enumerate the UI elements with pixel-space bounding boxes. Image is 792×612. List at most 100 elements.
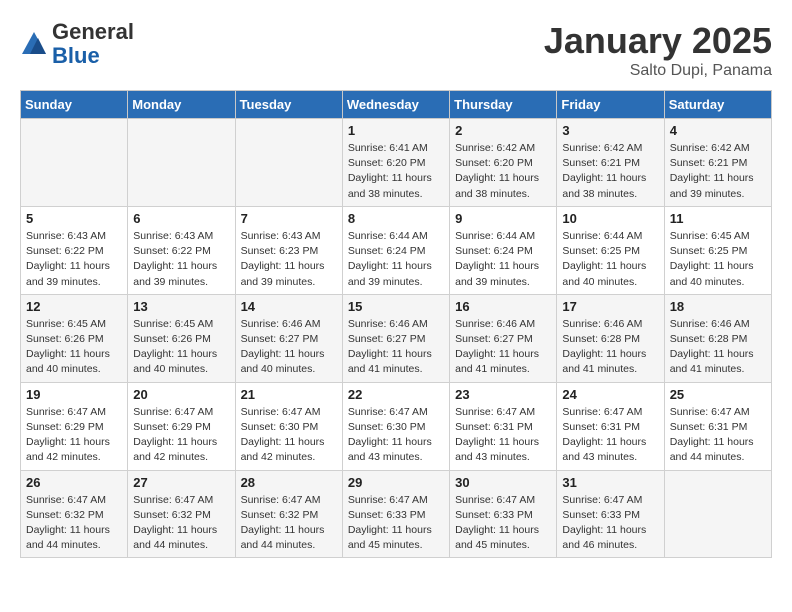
day-info: Sunrise: 6:44 AM Sunset: 6:24 PM Dayligh… — [348, 229, 444, 290]
day-number: 18 — [670, 299, 766, 314]
day-number: 16 — [455, 299, 551, 314]
calendar-cell: 6 Sunrise: 6:43 AM Sunset: 6:22 PM Daylig… — [128, 206, 235, 294]
day-number: 22 — [348, 387, 444, 402]
calendar-cell: 19 Sunrise: 6:47 AM Sunset: 6:29 PM Dayli… — [21, 382, 128, 470]
day-number: 1 — [348, 123, 444, 138]
calendar-cell: 3Sunrise: 6:42 AM Sunset: 6:21 PM Daylig… — [557, 119, 664, 207]
day-number: 8 — [348, 211, 444, 226]
calendar-cell: 20 Sunrise: 6:47 AM Sunset: 6:29 PM Dayli… — [128, 382, 235, 470]
calendar-cell: 16 Sunrise: 6:46 AM Sunset: 6:27 PM Dayli… — [450, 294, 557, 382]
page-header: General Blue January 2025 Salto Dupi, Pa… — [20, 20, 772, 80]
calendar-cell: 13Sunrise: 6:45 AM Sunset: 6:26 PM Dayli… — [128, 294, 235, 382]
day-info: Sunrise: 6:44 AM Sunset: 6:24 PM Dayligh… — [455, 229, 551, 290]
title-block: January 2025 Salto Dupi, Panama — [544, 20, 772, 80]
calendar-week-3: 12 Sunrise: 6:45 AM Sunset: 6:26 PM Dayli… — [21, 294, 772, 382]
calendar-week-5: 26 Sunrise: 6:47 AM Sunset: 6:32 PM Dayli… — [21, 470, 772, 558]
day-info: Sunrise: 6:43 AM Sunset: 6:23 PM Dayligh… — [241, 229, 337, 290]
day-info: Sunrise: 6:43 AM Sunset: 6:22 PM Dayligh… — [26, 229, 122, 290]
day-info: Sunrise: 6:47 AM Sunset: 6:32 PM Dayligh… — [241, 493, 337, 554]
day-info: Sunrise: 6:46 AM Sunset: 6:27 PM Dayligh… — [241, 317, 337, 378]
day-info: Sunrise: 6:47 AM Sunset: 6:33 PM Dayligh… — [455, 493, 551, 554]
day-info: Sunrise: 6:47 AM Sunset: 6:29 PM Dayligh… — [133, 405, 229, 466]
weekday-header-wednesday: Wednesday — [342, 91, 449, 119]
day-number: 10 — [562, 211, 658, 226]
calendar-week-4: 19 Sunrise: 6:47 AM Sunset: 6:29 PM Dayli… — [21, 382, 772, 470]
day-info: Sunrise: 6:47 AM Sunset: 6:32 PM Dayligh… — [133, 493, 229, 554]
calendar-cell — [235, 119, 342, 207]
day-info: Sunrise: 6:46 AM Sunset: 6:28 PM Dayligh… — [562, 317, 658, 378]
weekday-header-friday: Friday — [557, 91, 664, 119]
calendar-cell: 22 Sunrise: 6:47 AM Sunset: 6:30 PM Dayli… — [342, 382, 449, 470]
day-number: 28 — [241, 475, 337, 490]
logo: General Blue — [20, 20, 134, 68]
day-number: 12 — [26, 299, 122, 314]
calendar-cell: 26Sunrise: 6:47 AM Sunset: 6:32 PM Dayli… — [21, 470, 128, 558]
day-number: 27 — [133, 475, 229, 490]
day-info: Sunrise: 6:46 AM Sunset: 6:27 PM Dayligh… — [348, 317, 444, 378]
calendar-cell: 21 Sunrise: 6:47 AM Sunset: 6:30 PM Dayli… — [235, 382, 342, 470]
calendar-cell: 14 Sunrise: 6:46 AM Sunset: 6:27 PM Dayli… — [235, 294, 342, 382]
day-info: Sunrise: 6:47 AM Sunset: 6:30 PM Dayligh… — [241, 405, 337, 466]
day-number: 6 — [133, 211, 229, 226]
logo-text: General Blue — [52, 20, 134, 68]
calendar-week-2: 5Sunrise: 6:43 AM Sunset: 6:22 PM Daylig… — [21, 206, 772, 294]
day-info: Sunrise: 6:42 AM Sunset: 6:20 PM Dayligh… — [455, 141, 551, 202]
calendar-cell: 30 Sunrise: 6:47 AM Sunset: 6:33 PM Dayli… — [450, 470, 557, 558]
day-number: 7 — [241, 211, 337, 226]
calendar-cell: 2 Sunrise: 6:42 AM Sunset: 6:20 PM Daylig… — [450, 119, 557, 207]
day-number: 2 — [455, 123, 551, 138]
calendar-cell: 9Sunrise: 6:44 AM Sunset: 6:24 PM Daylig… — [450, 206, 557, 294]
weekday-header-tuesday: Tuesday — [235, 91, 342, 119]
day-number: 19 — [26, 387, 122, 402]
weekday-header-monday: Monday — [128, 91, 235, 119]
day-info: Sunrise: 6:45 AM Sunset: 6:26 PM Dayligh… — [26, 317, 122, 378]
calendar-table: SundayMondayTuesdayWednesdayThursdayFrid… — [20, 90, 772, 558]
day-info: Sunrise: 6:47 AM Sunset: 6:31 PM Dayligh… — [670, 405, 766, 466]
location-subtitle: Salto Dupi, Panama — [544, 62, 772, 80]
day-number: 4 — [670, 123, 766, 138]
calendar-cell: 23 Sunrise: 6:47 AM Sunset: 6:31 PM Dayli… — [450, 382, 557, 470]
day-number: 20 — [133, 387, 229, 402]
day-number: 11 — [670, 211, 766, 226]
logo-blue: Blue — [52, 43, 100, 68]
calendar-cell: 28 Sunrise: 6:47 AM Sunset: 6:32 PM Dayli… — [235, 470, 342, 558]
logo-icon — [20, 30, 48, 58]
day-info: Sunrise: 6:44 AM Sunset: 6:25 PM Dayligh… — [562, 229, 658, 290]
weekday-header-row: SundayMondayTuesdayWednesdayThursdayFrid… — [21, 91, 772, 119]
calendar-cell — [664, 470, 771, 558]
day-number: 17 — [562, 299, 658, 314]
day-info: Sunrise: 6:42 AM Sunset: 6:21 PM Dayligh… — [670, 141, 766, 202]
calendar-cell: 7 Sunrise: 6:43 AM Sunset: 6:23 PM Daylig… — [235, 206, 342, 294]
day-number: 3 — [562, 123, 658, 138]
weekday-header-sunday: Sunday — [21, 91, 128, 119]
calendar-cell: 29 Sunrise: 6:47 AM Sunset: 6:33 PM Dayli… — [342, 470, 449, 558]
day-number: 14 — [241, 299, 337, 314]
day-number: 26 — [26, 475, 122, 490]
calendar-cell: 1 Sunrise: 6:41 AM Sunset: 6:20 PM Daylig… — [342, 119, 449, 207]
calendar-cell: 25Sunrise: 6:47 AM Sunset: 6:31 PM Dayli… — [664, 382, 771, 470]
day-info: Sunrise: 6:41 AM Sunset: 6:20 PM Dayligh… — [348, 141, 444, 202]
day-info: Sunrise: 6:47 AM Sunset: 6:29 PM Dayligh… — [26, 405, 122, 466]
day-info: Sunrise: 6:46 AM Sunset: 6:27 PM Dayligh… — [455, 317, 551, 378]
calendar-cell: 4 Sunrise: 6:42 AM Sunset: 6:21 PM Daylig… — [664, 119, 771, 207]
day-info: Sunrise: 6:46 AM Sunset: 6:28 PM Dayligh… — [670, 317, 766, 378]
calendar-week-1: 1 Sunrise: 6:41 AM Sunset: 6:20 PM Daylig… — [21, 119, 772, 207]
calendar-cell: 15Sunrise: 6:46 AM Sunset: 6:27 PM Dayli… — [342, 294, 449, 382]
weekday-header-thursday: Thursday — [450, 91, 557, 119]
day-info: Sunrise: 6:43 AM Sunset: 6:22 PM Dayligh… — [133, 229, 229, 290]
day-info: Sunrise: 6:47 AM Sunset: 6:33 PM Dayligh… — [348, 493, 444, 554]
day-info: Sunrise: 6:47 AM Sunset: 6:31 PM Dayligh… — [455, 405, 551, 466]
day-info: Sunrise: 6:45 AM Sunset: 6:26 PM Dayligh… — [133, 317, 229, 378]
calendar-cell: 12 Sunrise: 6:45 AM Sunset: 6:26 PM Dayli… — [21, 294, 128, 382]
calendar-cell — [128, 119, 235, 207]
day-info: Sunrise: 6:47 AM Sunset: 6:30 PM Dayligh… — [348, 405, 444, 466]
calendar-cell: 8 Sunrise: 6:44 AM Sunset: 6:24 PM Daylig… — [342, 206, 449, 294]
day-number: 29 — [348, 475, 444, 490]
day-info: Sunrise: 6:45 AM Sunset: 6:25 PM Dayligh… — [670, 229, 766, 290]
day-number: 31 — [562, 475, 658, 490]
month-title: January 2025 — [544, 20, 772, 62]
day-number: 30 — [455, 475, 551, 490]
day-number: 23 — [455, 387, 551, 402]
calendar-cell: 18 Sunrise: 6:46 AM Sunset: 6:28 PM Dayli… — [664, 294, 771, 382]
day-number: 21 — [241, 387, 337, 402]
